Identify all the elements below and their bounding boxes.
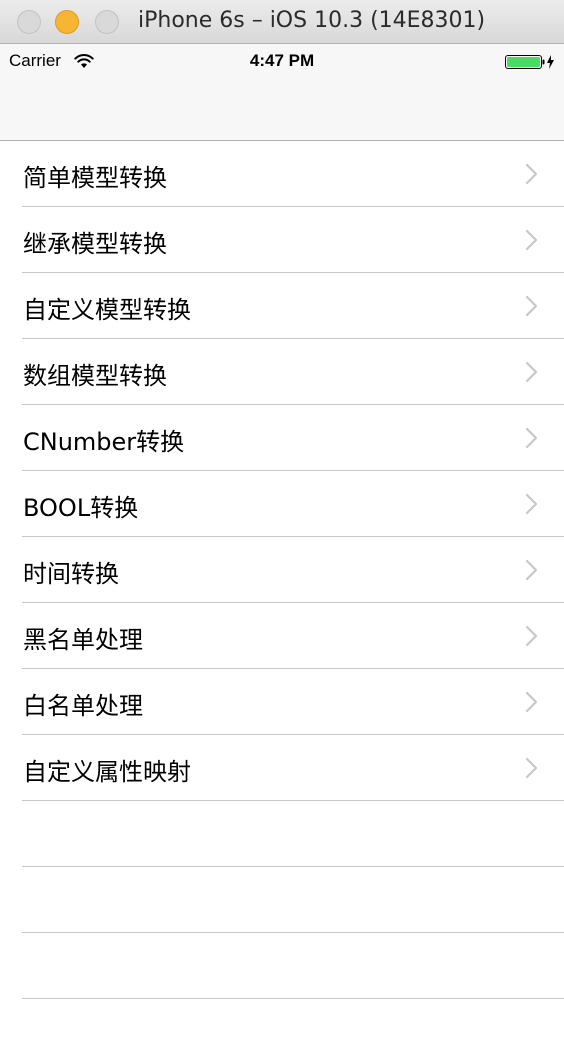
status-time: 4:47 PM	[249, 51, 315, 70]
chevron-right-icon	[525, 559, 538, 581]
table-row-date[interactable]: 时间转换	[0, 537, 564, 603]
chevron-right-icon	[525, 757, 538, 779]
empty-table-row	[0, 867, 564, 933]
window-title-bar: iPhone 6s – iOS 10.3 (14E8301)	[0, 0, 564, 44]
table-row-label: 自定义属性映射	[23, 758, 191, 786]
table-row-custom-model[interactable]: 自定义模型转换	[0, 273, 564, 339]
minimize-window-button[interactable]	[55, 10, 79, 34]
ios-status-bar: Carrier 4:47 PM	[0, 44, 564, 78]
simulator-window: iPhone 6s – iOS 10.3 (14E8301) Carrier 4…	[0, 0, 564, 1046]
table-row-cnumber[interactable]: CNumber转换	[0, 405, 564, 471]
table-row-label: 数组模型转换	[23, 362, 167, 390]
chevron-right-icon	[525, 295, 538, 317]
table-row-label: BOOL转换	[23, 494, 139, 522]
chevron-right-icon	[525, 625, 538, 647]
chevron-right-icon	[525, 229, 538, 251]
chevron-right-icon	[525, 427, 538, 449]
close-window-button[interactable]	[17, 10, 41, 34]
empty-table-row	[0, 933, 564, 999]
table-row-label: CNumber转换	[23, 428, 185, 456]
table-row-label: 黑名单处理	[23, 626, 143, 654]
navigation-bar	[0, 78, 564, 141]
table-row-whitelist[interactable]: 白名单处理	[0, 669, 564, 735]
table-view: 简单模型转换 继承模型转换 自定义模型转换 数组模型转换 CNumber转换 B…	[0, 141, 564, 999]
chevron-right-icon	[525, 163, 538, 185]
battery-charging-icon	[505, 55, 554, 69]
table-row-label: 时间转换	[23, 560, 119, 588]
table-row-array-model[interactable]: 数组模型转换	[0, 339, 564, 405]
chevron-right-icon	[525, 493, 538, 515]
table-row-label: 自定义模型转换	[23, 296, 191, 324]
chevron-right-icon	[525, 361, 538, 383]
table-row-label: 简单模型转换	[23, 164, 167, 192]
window-title: iPhone 6s – iOS 10.3 (14E8301)	[138, 8, 486, 33]
row-separator	[22, 998, 564, 999]
empty-table-row	[0, 801, 564, 867]
table-row-simple-model[interactable]: 简单模型转换	[0, 141, 564, 207]
table-row-label: 白名单处理	[23, 692, 143, 720]
zoom-window-button[interactable]	[95, 10, 119, 34]
table-row-custom-property-mapping[interactable]: 自定义属性映射	[0, 735, 564, 801]
table-row-blacklist[interactable]: 黑名单处理	[0, 603, 564, 669]
table-row-inherit-model[interactable]: 继承模型转换	[0, 207, 564, 273]
chevron-right-icon	[525, 691, 538, 713]
table-row-label: 继承模型转换	[23, 230, 167, 258]
table-row-bool[interactable]: BOOL转换	[0, 471, 564, 537]
